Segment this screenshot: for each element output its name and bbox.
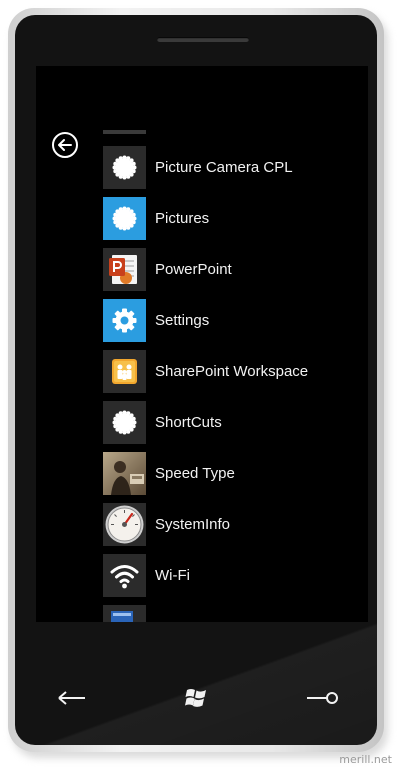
app-tile [103, 503, 146, 546]
photo-thumbnail-icon [103, 452, 146, 495]
app-label: ShortCuts [155, 414, 222, 431]
settings-gear-icon [112, 308, 137, 333]
gear-flower-icon [112, 155, 137, 180]
search-key-icon [307, 692, 338, 704]
app-label: PowerPoint [155, 261, 232, 278]
app-tile [103, 197, 146, 240]
hardware-start-key[interactable] [184, 687, 210, 714]
app-label: SystemInfo [155, 516, 231, 533]
back-to-start-button[interactable] [52, 132, 78, 158]
hardware-back-key[interactable] [57, 690, 87, 711]
app-tile [103, 146, 146, 189]
bezel-reflection [15, 605, 377, 745]
hardware-search-key[interactable] [305, 690, 339, 711]
app-list-item-picture-camera-cpl[interactable]: Picture Camera CPL [103, 146, 363, 189]
partial-tile-top [103, 130, 146, 134]
app-list-item-pictures[interactable]: Pictures [103, 197, 363, 240]
app-list-item-speed-type[interactable]: Speed Type [103, 452, 363, 495]
gauge-icon [105, 505, 144, 544]
powerpoint-icon [109, 255, 137, 284]
phone-screen: Picture Camera CPL Pictures PowerPoint S… [36, 66, 368, 622]
app-tile [103, 350, 146, 393]
earpiece-speaker [157, 37, 249, 42]
app-tile [103, 248, 146, 291]
app-list-item-settings[interactable]: Settings [103, 299, 363, 342]
app-tile [103, 299, 146, 342]
left-arrow-icon [58, 139, 72, 151]
app-label: Wi-Fi [155, 567, 190, 584]
phone-bezel: Picture Camera CPL Pictures PowerPoint S… [15, 15, 377, 745]
app-tile [103, 554, 146, 597]
watermark-text: merill.net [339, 753, 392, 766]
gear-flower-icon [112, 410, 137, 435]
gear-flower-icon [112, 206, 137, 231]
app-list-item-shortcuts[interactable]: ShortCuts [103, 401, 363, 444]
app-label: Settings [155, 312, 210, 329]
app-list-item-powerpoint[interactable]: PowerPoint [103, 248, 363, 291]
app-list-item-systeminfo[interactable]: SystemInfo [103, 503, 363, 546]
app-tile [103, 401, 146, 444]
app-label: Picture Camera CPL [155, 159, 293, 176]
app-label: Pictures [155, 210, 210, 227]
app-tile [103, 452, 146, 495]
wifi-icon [110, 565, 139, 589]
app-label: Speed Type [155, 465, 235, 482]
back-arrow-icon [58, 691, 85, 705]
phone-frame: Picture Camera CPL Pictures PowerPoint S… [8, 8, 384, 752]
app-list-item-sharepoint-workspace[interactable]: SharePoint Workspace [103, 350, 363, 393]
sharepoint-workspace-icon [112, 359, 137, 384]
app-label: SharePoint Workspace [155, 363, 309, 380]
app-list-item-wifi[interactable]: Wi-Fi [103, 554, 363, 597]
windows-logo-icon [185, 689, 206, 707]
